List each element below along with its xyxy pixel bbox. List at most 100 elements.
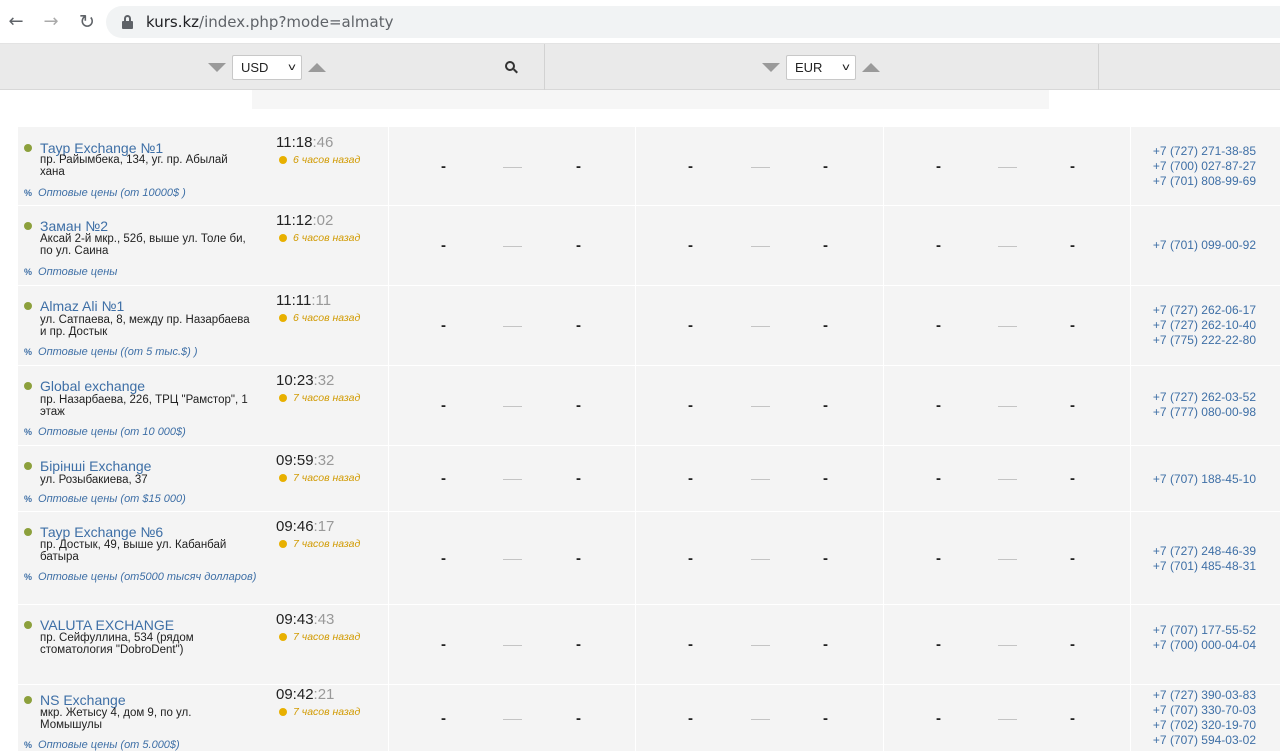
phone-number-link[interactable]: +7 (701) 808-99-69 — [1153, 174, 1256, 189]
clock-dot-icon — [279, 540, 287, 548]
reload-icon[interactable]: ↻ — [75, 10, 99, 34]
updated-ago: 7 часов назад — [279, 538, 360, 550]
sort-up-icon[interactable] — [308, 62, 326, 72]
status-dot — [24, 696, 32, 704]
rate-separator — [751, 246, 770, 247]
exchange-name-link[interactable]: Бірінші Exchange — [40, 458, 151, 474]
rate-value-4: - — [823, 158, 828, 175]
column-divider — [388, 127, 389, 205]
phone-number-link[interactable]: +7 (727) 390-03-83 — [1153, 688, 1256, 703]
rate-value-1: - — [441, 470, 446, 487]
wholesale-text: Оптовые цены (от 5.000$) — [38, 739, 180, 751]
back-arrow-icon[interactable]: ← — [4, 10, 28, 34]
rate-value-4: - — [823, 550, 828, 567]
browser-toolbar: ← → ↻ kurs.kz/index.php?mode=almaty — [0, 0, 1280, 44]
url-text[interactable]: kurs.kz/index.php?mode=almaty — [146, 13, 393, 31]
phone-number-link[interactable]: +7 (707) 330-70-03 — [1153, 703, 1256, 718]
column-divider — [388, 446, 389, 511]
phone-number-link[interactable]: +7 (727) 248-46-39 — [1153, 544, 1256, 559]
phone-number-link[interactable]: +7 (707) 188-45-10 — [1153, 472, 1256, 487]
phone-number-link[interactable]: +7 (775) 222-22-80 — [1153, 333, 1256, 348]
exchange-name-link[interactable]: Тауp Exchange №6 — [40, 524, 163, 540]
wholesale-link[interactable]: % Оптовые цены (от5000 тысяч долларов) — [24, 571, 264, 584]
sort-down-icon[interactable] — [208, 62, 226, 72]
rate-separator — [503, 719, 522, 720]
right-currency-group: EUR v — [762, 54, 880, 80]
phone-number-link[interactable]: +7 (707) 177-55-52 — [1153, 623, 1256, 638]
table-row: Бірінші Exchange ул. Розыбакиева, 37% Опт… — [18, 446, 1280, 512]
rate-separator — [751, 719, 770, 720]
table-row: Тауp Exchange №1 пр. Райымбека, 134, уг.… — [18, 127, 1280, 206]
time-seconds: :43 — [313, 611, 335, 628]
wholesale-link[interactable]: % Оптовые цены (от 10000$ ) — [24, 187, 264, 200]
update-time: 11:12:02 — [276, 212, 333, 229]
rate-separator — [751, 167, 770, 168]
column-divider — [635, 685, 636, 751]
wholesale-link[interactable]: % Оптовые цены — [24, 266, 264, 279]
address-bar[interactable]: kurs.kz/index.php?mode=almaty — [106, 6, 1280, 38]
exchange-name-line: Тауp Exchange №6 — [24, 524, 163, 540]
clock-dot-icon — [279, 156, 287, 164]
phone-number-link[interactable]: +7 (701) 485-48-31 — [1153, 559, 1256, 574]
search-icon[interactable] — [505, 61, 519, 75]
exchange-name-link[interactable]: Almaz Ali №1 — [40, 298, 124, 314]
right-currency-select[interactable]: EUR v — [786, 54, 856, 80]
rate-separator — [503, 479, 522, 480]
updated-ago: 6 часов назад — [279, 154, 360, 166]
exchange-name-link[interactable]: Заман №2 — [40, 218, 108, 234]
column-divider — [883, 446, 884, 511]
column-divider — [1130, 512, 1131, 604]
rate-value-2: - — [576, 397, 581, 414]
rate-value-2: - — [576, 636, 581, 653]
update-time: 10:23:32 — [276, 372, 334, 389]
phone-number-link[interactable]: +7 (727) 271-38-85 — [1153, 144, 1256, 159]
phone-list: +7 (727) 271-38-85 +7 (700) 027-87-27 +7 (… — [1153, 144, 1256, 189]
phone-number-link[interactable]: +7 (707) 594-03-02 — [1153, 733, 1256, 748]
rate-value-1: - — [441, 397, 446, 414]
left-currency-select[interactable]: USD v — [232, 54, 302, 80]
phone-number-link[interactable]: +7 (777) 080-00-98 — [1153, 405, 1256, 420]
rate-separator — [503, 326, 522, 327]
exchange-name-link[interactable]: VALUTA EXCHANGE — [40, 617, 174, 633]
phone-number-link[interactable]: +7 (701) 099-00-92 — [1153, 238, 1256, 253]
column-divider — [1130, 127, 1131, 205]
time-seconds: :21 — [313, 686, 335, 703]
wholesale-link[interactable]: % Оптовые цены ((от 5 тыс.$) ) — [24, 346, 264, 359]
phone-number-link[interactable]: +7 (727) 262-06-17 — [1153, 303, 1256, 318]
update-time: 09:43:43 — [276, 611, 334, 628]
wholesale-text: Оптовые цены (от5000 тысяч долларов) — [38, 571, 257, 583]
exchange-name-link[interactable]: Global exchange — [40, 378, 145, 394]
phone-number-link[interactable]: +7 (702) 320-19-70 — [1153, 718, 1256, 733]
time-seconds: :17 — [313, 518, 335, 535]
wholesale-link[interactable]: % Оптовые цены (от 5.000$) — [24, 739, 264, 752]
status-dot — [24, 144, 32, 152]
phone-number-link[interactable]: +7 (727) 262-10-40 — [1153, 318, 1256, 333]
status-dot — [24, 222, 32, 230]
sort-down-icon[interactable] — [762, 62, 780, 72]
column-divider — [1130, 366, 1131, 445]
wholesale-link[interactable]: % Оптовые цены (от 10 000$) — [24, 426, 264, 439]
rate-value-1: - — [441, 550, 446, 567]
rate-value-3: - — [688, 317, 693, 334]
time-hours-minutes: 09:43 — [276, 611, 314, 628]
sort-up-icon[interactable] — [862, 62, 880, 72]
forward-arrow-icon[interactable]: → — [39, 10, 63, 34]
table-row: Almaz Ali №1 ул. Сатпаева, 8, между пр. … — [18, 286, 1280, 366]
exchange-address: пр. Райымбека, 134, уг. пр. Абылай хана — [40, 154, 228, 178]
status-dot — [24, 621, 32, 629]
rate-value-6: - — [1070, 397, 1075, 414]
wholesale-link[interactable]: % Оптовые цены (от $15 000) — [24, 493, 264, 506]
rate-separator — [751, 326, 770, 327]
phone-list: +7 (727) 248-46-39 +7 (701) 485-48-31 — [1153, 544, 1256, 574]
exchange-name-line: Заман №2 — [24, 218, 108, 234]
exchange-name-link[interactable]: NS Exchange — [40, 692, 126, 708]
phone-number-link[interactable]: +7 (700) 000-04-04 — [1153, 638, 1256, 653]
rate-value-3: - — [688, 237, 693, 254]
updated-ago-text: 7 часов назад — [293, 392, 361, 404]
wholesale-text: Оптовые цены — [38, 266, 118, 278]
percent-icon: % — [24, 347, 33, 357]
time-seconds: :02 — [312, 212, 334, 229]
phone-number-link[interactable]: +7 (727) 262-03-52 — [1153, 390, 1256, 405]
status-dot — [24, 382, 32, 390]
phone-number-link[interactable]: +7 (700) 027-87-27 — [1153, 159, 1256, 174]
